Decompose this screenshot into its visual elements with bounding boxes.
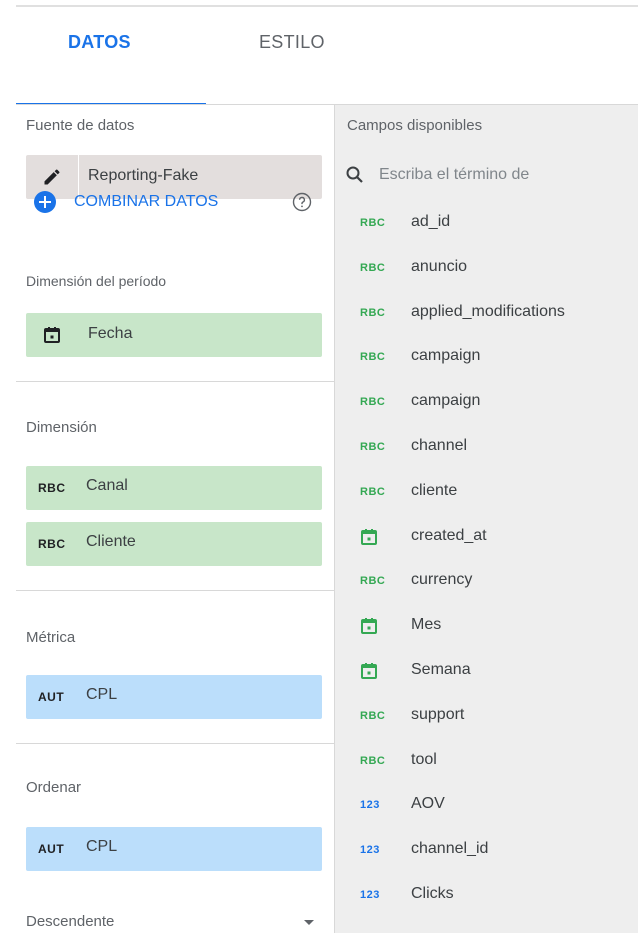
calendar-icon — [359, 527, 379, 547]
dimension-type-tag: RBC — [360, 754, 386, 767]
calendar-icon — [26, 313, 78, 357]
field-name: campaign — [411, 392, 481, 410]
available-fields-title: Campos disponibles — [347, 117, 483, 134]
field-name: channel — [411, 436, 468, 454]
tab-datos[interactable]: DATOS — [68, 32, 131, 53]
dimension-type-tag: RBC — [360, 440, 386, 453]
field-item[interactable]: RBC currency — [335, 559, 638, 604]
combine-data-button[interactable]: COMBINAR DATOS — [34, 191, 218, 213]
field-item[interactable]: 123 channel_id — [335, 828, 638, 873]
field-item[interactable]: Mes — [335, 604, 638, 649]
field-name: Mes — [411, 616, 442, 634]
sort-order-dropdown[interactable]: Descendente — [26, 913, 322, 933]
sort-metric-name: CPL — [86, 838, 118, 855]
dimension-type-tag: RBC — [360, 261, 386, 274]
calendar-icon — [359, 616, 379, 636]
field-item[interactable]: RBC applied_modifications — [335, 291, 638, 336]
available-fields-panel: Campos disponibles RBC ad_id RBC anuncio R… — [334, 105, 638, 933]
field-search — [335, 155, 638, 195]
field-name: channel_id — [411, 840, 489, 858]
period-dimension-value: Fecha — [88, 325, 133, 342]
metric-type-tag: AUT — [38, 690, 65, 704]
top-border — [16, 5, 638, 7]
sort-order-value: Descendente — [26, 913, 115, 930]
search-icon — [345, 165, 365, 185]
data-source-name: Reporting-Fake — [88, 167, 199, 184]
field-item[interactable]: created_at — [335, 515, 638, 560]
help-icon[interactable] — [292, 192, 312, 212]
field-item[interactable]: Semana — [335, 649, 638, 694]
sort-field-cpl[interactable]: AUT CPL — [26, 827, 322, 871]
field-item[interactable]: RBC support — [335, 694, 638, 739]
dimension-field-cliente[interactable]: RBC Cliente — [26, 522, 322, 566]
field-item[interactable]: RBC campaign — [335, 380, 638, 425]
field-name: tool — [411, 750, 437, 768]
metric-type-tag: 123 — [360, 888, 380, 901]
field-name: Semana — [411, 660, 471, 678]
field-name: currency — [411, 571, 473, 589]
field-item[interactable]: 123 Clicks — [335, 873, 638, 918]
field-name: Clicks — [411, 884, 454, 902]
field-item[interactable]: RBC channel — [335, 425, 638, 470]
dimension-type-tag: RBC — [360, 306, 386, 319]
tab-estilo[interactable]: ESTILO — [259, 32, 325, 53]
dimension-type-tag: RBC — [360, 396, 386, 409]
section-divider — [16, 590, 334, 591]
field-item[interactable]: RBC ad_id — [335, 201, 638, 246]
field-item[interactable]: RBC tool — [335, 739, 638, 784]
dimension-name: Canal — [86, 477, 128, 494]
metric-field-cpl[interactable]: AUT CPL — [26, 675, 322, 719]
dimension-type-tag: RBC — [360, 217, 386, 229]
data-source-label: Fuente de datos — [26, 117, 135, 134]
metric-type-tag: 123 — [360, 844, 380, 857]
sort-label: Ordenar — [26, 779, 82, 796]
field-name: anuncio — [411, 257, 468, 275]
field-name: applied_modifications — [411, 302, 565, 320]
dimension-label: Dimensión — [26, 419, 97, 436]
period-dimension-field[interactable]: Fecha — [26, 313, 322, 357]
field-name: created_at — [411, 526, 487, 544]
dimension-type-tag: RBC — [360, 485, 386, 498]
field-item[interactable]: RBC campaign — [335, 335, 638, 380]
chevron-down-icon — [304, 920, 314, 925]
available-fields-list: RBC ad_id RBC anuncio RBC applied_modificat… — [335, 201, 638, 918]
dimension-type-tag: RBC — [38, 537, 66, 551]
metric-type-tag: AUT — [38, 842, 65, 856]
section-divider — [16, 743, 334, 744]
field-name: ad_id — [411, 213, 451, 230]
dimension-type-tag: RBC — [360, 709, 386, 722]
field-name: campaign — [411, 347, 481, 365]
dimension-field-canal[interactable]: RBC Canal — [26, 466, 322, 510]
field-name: cliente — [411, 481, 458, 499]
section-divider — [16, 381, 334, 382]
calendar-icon — [359, 661, 379, 681]
chart-editor-panel: DATOS ESTILO Fuente de datos Reporting-F… — [0, 0, 638, 933]
properties-panel: Fuente de datos Reporting-Fake COMBINAR … — [16, 105, 334, 933]
period-dimension-label: Dimensión del período — [26, 273, 167, 289]
field-name: support — [411, 705, 465, 723]
dimension-type-tag: RBC — [360, 575, 386, 588]
dimension-name: Cliente — [86, 533, 136, 550]
metric-label: Métrica — [26, 629, 76, 646]
field-name: AOV — [411, 795, 445, 813]
field-item[interactable]: RBC cliente — [335, 470, 638, 515]
field-item[interactable]: 123 AOV — [335, 783, 638, 828]
plus-circle-icon — [34, 191, 56, 213]
dimension-type-tag: RBC — [360, 351, 386, 364]
dimension-type-tag: RBC — [38, 481, 66, 495]
combine-data-label: COMBINAR DATOS — [74, 193, 219, 210]
search-input[interactable] — [379, 161, 638, 189]
metric-type-tag: 123 — [360, 799, 380, 812]
field-item[interactable]: RBC anuncio — [335, 246, 638, 291]
metric-name: CPL — [86, 686, 118, 703]
editor-tabs: DATOS ESTILO — [16, 8, 638, 106]
